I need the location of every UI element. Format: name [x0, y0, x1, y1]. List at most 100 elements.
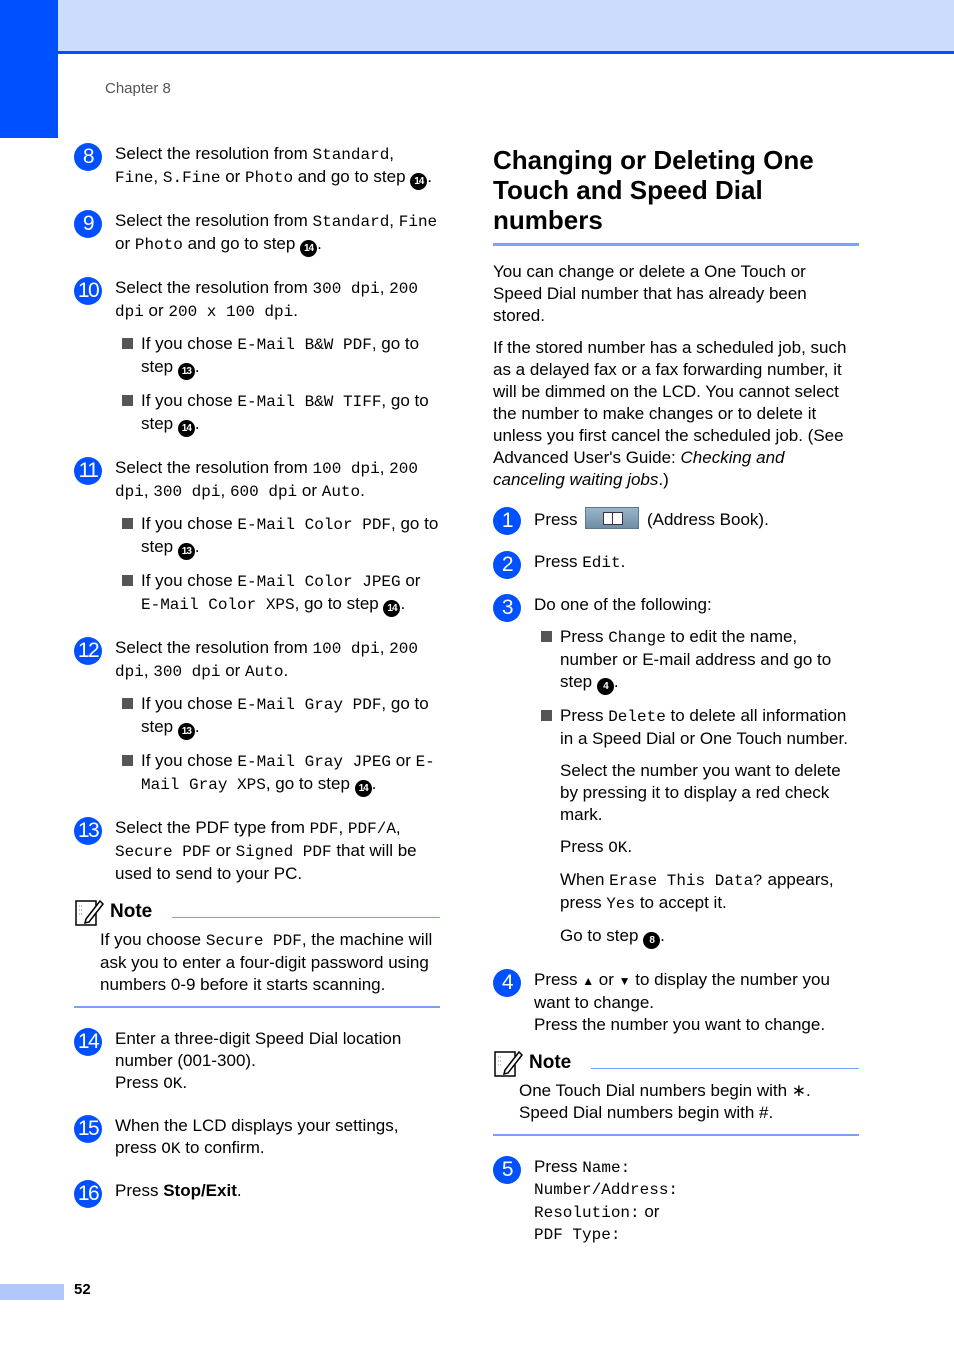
- text: ,: [379, 458, 390, 477]
- text: or: [400, 571, 421, 590]
- down-arrow-icon: ▼: [618, 974, 631, 988]
- option: E-Mail Color JPEG: [237, 573, 401, 591]
- key-ok: OK: [163, 1075, 183, 1093]
- text: .: [613, 672, 619, 691]
- text: .: [194, 717, 200, 736]
- section-title: Changing or Deleting One Touch and Speed…: [493, 145, 814, 235]
- text: Select the number you want to delete by …: [560, 761, 841, 824]
- text: ,: [389, 211, 399, 230]
- sub-item: Press Change to edit the name, number or…: [534, 626, 859, 695]
- option: 200 x 100 dpi: [168, 303, 294, 321]
- text: , go to step: [265, 774, 355, 793]
- text: ,: [220, 481, 230, 500]
- step-4: 4 Press ▲ or ▼ to display the number you…: [493, 969, 859, 1036]
- option: 100 dpi: [312, 640, 380, 658]
- note-rule: [172, 916, 440, 918]
- step-ref-badge[interactable]: 14: [177, 420, 195, 437]
- right-column: Changing or Deleting One Touch and Speed…: [493, 143, 859, 1266]
- text: ,: [379, 638, 390, 657]
- option: E-Mail Color XPS: [141, 596, 295, 614]
- page-number: 52: [74, 1281, 91, 1298]
- step-ref-badge[interactable]: 14: [410, 173, 428, 190]
- intro-paragraph: You can change or delete a One Touch or …: [493, 262, 807, 325]
- footer-band: [0, 1284, 64, 1300]
- note-header: Note: [74, 895, 440, 929]
- step-number-badge: 9: [74, 210, 102, 238]
- option: PDF: [309, 820, 339, 838]
- step-ref-badge[interactable]: 13: [177, 723, 195, 740]
- text: ,: [143, 481, 154, 500]
- option-sfine: S.Fine: [162, 169, 221, 187]
- text: Press: [560, 837, 609, 856]
- text: Press: [560, 627, 609, 646]
- note-box: Note If you choose Secure PDF, the machi…: [74, 895, 440, 1008]
- bullet-square-icon: [541, 631, 552, 642]
- text: .: [236, 1181, 242, 1200]
- sub-item: If you chose E-Mail Color PDF, go to ste…: [115, 513, 440, 560]
- option: E-Mail Gray PDF: [237, 696, 382, 714]
- sub-item: Press Delete to delete all information i…: [534, 705, 859, 949]
- key-change: Change: [608, 629, 666, 647]
- text: ,: [379, 278, 390, 297]
- option-pdf-type: PDF Type:: [534, 1226, 621, 1244]
- text: ,: [338, 818, 348, 837]
- text: and go to step: [182, 234, 301, 253]
- text: Speed Dial numbers begin with #.: [519, 1103, 774, 1122]
- step-ref-badge[interactable]: 13: [177, 543, 195, 560]
- bullet-square-icon: [122, 698, 133, 709]
- step-3: 3 Do one of the following: Press Change …: [493, 594, 859, 949]
- key-ok: OK: [161, 1140, 181, 1158]
- step-ref-badge[interactable]: 14: [383, 600, 401, 617]
- text: .): [658, 470, 669, 489]
- text: If you chose: [141, 391, 238, 410]
- key-stop-exit: Stop/Exit: [163, 1181, 237, 1200]
- step-ref-badge[interactable]: 8: [643, 932, 661, 949]
- text-line: Go to step 8.: [560, 925, 859, 949]
- step-ref-badge[interactable]: 14: [354, 780, 372, 797]
- text: .: [317, 234, 322, 253]
- step-ref-badge[interactable]: 14: [300, 240, 318, 257]
- text: ,: [395, 818, 401, 837]
- step-8: 8 Select the resolution from Standard, F…: [74, 143, 440, 190]
- text: .: [371, 774, 377, 793]
- bullet-square-icon: [122, 518, 133, 529]
- header-band: [58, 0, 954, 54]
- step-number-badge: 11: [74, 457, 102, 485]
- bullet-square-icon: [122, 338, 133, 349]
- key-ok: OK: [608, 839, 628, 857]
- option: Secure PDF: [205, 932, 302, 950]
- text: Select the resolution from: [115, 211, 313, 230]
- step-2: 2 Press Edit.: [493, 551, 859, 579]
- text: ,: [143, 661, 154, 680]
- text: .: [283, 661, 289, 680]
- text: to accept it.: [635, 893, 727, 912]
- option: Secure PDF: [115, 843, 212, 861]
- step-5: 5 Press Name: Number/Address: Resolution…: [493, 1156, 859, 1246]
- address-book-button-icon[interactable]: [585, 507, 640, 529]
- step-number-badge: 1: [493, 507, 521, 535]
- option: PDF/A: [347, 820, 396, 838]
- text: .: [400, 594, 406, 613]
- text: Select the PDF type from: [115, 818, 310, 837]
- sub-item: If you chose E-Mail Gray PDF, go to step…: [115, 693, 440, 740]
- note-rule: [591, 1067, 859, 1069]
- text: Press: [534, 970, 583, 989]
- text: Select the resolution from: [115, 458, 313, 477]
- option: Auto: [245, 663, 284, 681]
- step-number-badge: 16: [74, 1180, 102, 1208]
- step-ref-badge[interactable]: 4: [596, 678, 614, 695]
- sub-item: If you chose E-Mail Gray JPEG or E-Mail …: [115, 750, 440, 797]
- sub-item: If you chose E-Mail B&W TIFF, go to step…: [115, 390, 440, 437]
- option: E-Mail Gray JPEG: [237, 753, 392, 771]
- option: 300 dpi: [153, 663, 221, 681]
- text: Go to step: [560, 926, 644, 945]
- text: ,: [153, 167, 163, 186]
- text: If you chose: [141, 571, 238, 590]
- note-box: Note One Touch Dial numbers begin with ∗…: [493, 1046, 859, 1136]
- text: or: [220, 661, 246, 680]
- up-arrow-icon: ▲: [582, 974, 595, 988]
- text: Press the number you want to change.: [534, 1015, 826, 1034]
- step-13: 13 Select the PDF type from PDF, PDF/A, …: [74, 817, 440, 885]
- step-ref-badge[interactable]: 13: [177, 363, 195, 380]
- text: , go to step: [294, 594, 384, 613]
